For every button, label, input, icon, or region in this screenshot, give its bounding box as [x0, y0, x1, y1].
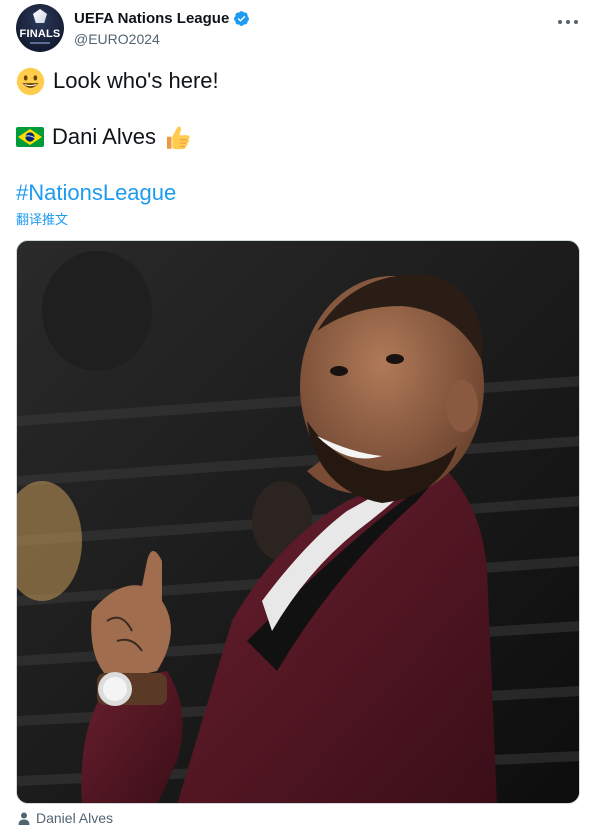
brazil-flag-emoji [16, 127, 44, 147]
avatar-logo-text: FINALS [19, 28, 61, 40]
author-info: UEFA Nations League @EURO2024 [74, 8, 250, 47]
tweet-line-2-text: Dani Alves [52, 124, 156, 149]
tagged-person-name[interactable]: Daniel Alves [36, 810, 113, 826]
tweet-text-line-1: Look who's here! [16, 66, 219, 96]
smiling-face-emoji [16, 67, 45, 95]
thumbs-up-emoji [166, 126, 190, 149]
author-avatar[interactable]: FINALS [16, 4, 64, 52]
translate-tweet-link[interactable]: 翻译推文 [16, 209, 68, 228]
photo-image [17, 241, 579, 803]
avatar-trophy-icon [33, 9, 47, 23]
hashtag-link[interactable]: #NationsLeague [16, 180, 176, 206]
tweet-header: FINALS UEFA Nations League @EURO2024 [16, 4, 584, 54]
avatar-underline [30, 42, 50, 44]
verified-badge-icon [234, 10, 250, 26]
tagged-person[interactable]: Daniel Alves [18, 810, 113, 826]
tweet-text-line-2: Dani Alves [16, 122, 191, 152]
more-options-icon[interactable] [558, 12, 578, 32]
person-tag-icon [18, 812, 30, 825]
tweet-line-1-text: Look who's here! [53, 68, 219, 93]
tweet-photo[interactable] [16, 240, 580, 804]
author-handle[interactable]: @EURO2024 [74, 31, 250, 47]
author-display-name[interactable]: UEFA Nations League [74, 10, 229, 27]
